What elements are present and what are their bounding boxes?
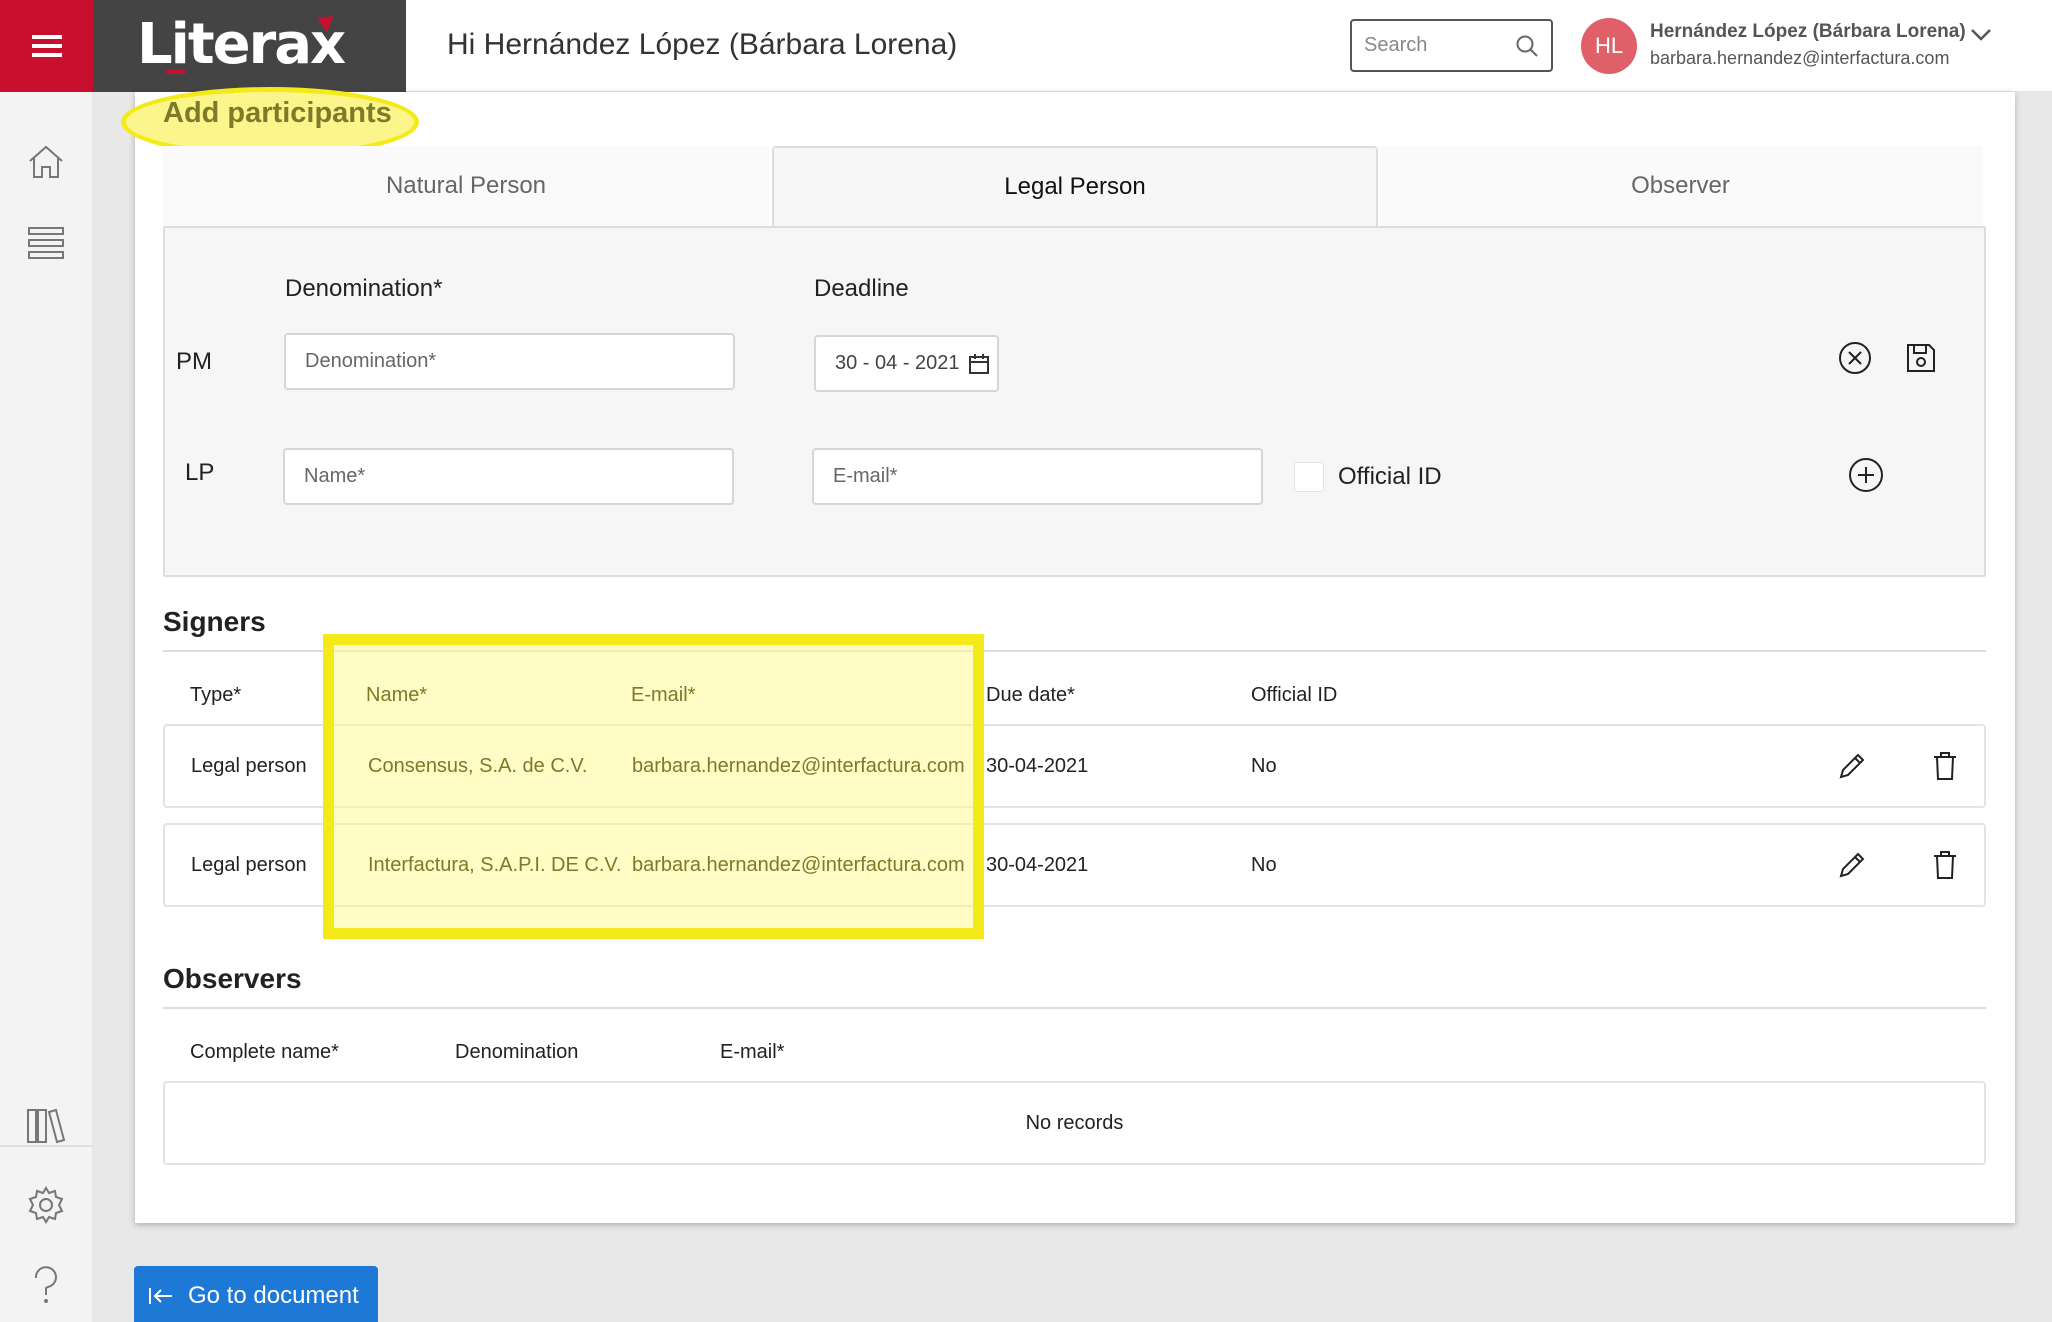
observers-title: Observers: [163, 963, 302, 994]
arrow-back-icon: [149, 1288, 172, 1304]
settings-icon: [28, 1186, 64, 1224]
col-denomination: Denomination: [455, 1041, 579, 1063]
official-id-label: Official ID: [1338, 463, 1442, 490]
avatar[interactable]: HL: [1581, 18, 1637, 74]
signer-email: barbara.hernandez@interfactura.com: [632, 755, 965, 777]
col-type: Type*: [190, 684, 242, 706]
signer-email: barbara.hernandez@interfactura.com: [632, 854, 965, 876]
no-records-text: No records: [1025, 1111, 1124, 1134]
signer-name: Interfactura, S.A.P.I. DE C.V.: [368, 854, 622, 876]
go-to-document-button[interactable]: Go to document: [134, 1266, 378, 1322]
tab-observer[interactable]: Observer: [1378, 146, 1983, 226]
cancel-button[interactable]: [1835, 338, 1875, 378]
col-due-date: Due date*: [986, 684, 1075, 706]
col-email: E-mail*: [631, 684, 696, 706]
logo-accent: [166, 70, 186, 74]
col-complete-name: Complete name*: [190, 1041, 339, 1063]
name-input[interactable]: [283, 448, 734, 505]
sidebar-item-help[interactable]: [22, 1262, 70, 1310]
official-id-checkbox[interactable]: [1294, 462, 1324, 492]
signer-due: 30-04-2021: [986, 854, 1089, 876]
signer-official-id: No: [1251, 854, 1277, 876]
signer-type: Legal person: [191, 755, 307, 777]
user-name[interactable]: Hernández López (Bárbara Lorena): [1650, 21, 1966, 43]
edit-button[interactable]: [1832, 845, 1872, 885]
plus-circle-icon: [1849, 458, 1883, 492]
logo-text: Literax: [137, 12, 346, 77]
search-input[interactable]: [1364, 34, 1504, 57]
col-observer-email: E-mail*: [720, 1041, 785, 1063]
save-icon: [1907, 344, 1935, 372]
observers-divider: [163, 1007, 1986, 1009]
sidebar-item-list[interactable]: [22, 219, 70, 267]
trash-icon: [1934, 752, 1956, 780]
sidebar-item-home[interactable]: [22, 138, 70, 186]
pencil-icon: [1839, 852, 1865, 878]
sidebar: [0, 92, 93, 1322]
search-icon[interactable]: [1515, 34, 1539, 58]
signer-due: 30-04-2021: [986, 755, 1089, 777]
help-icon: [34, 1266, 57, 1303]
col-official-id: Official ID: [1251, 684, 1338, 706]
edit-button[interactable]: [1832, 746, 1872, 786]
signers-title: Signers: [163, 606, 266, 637]
pm-label: PM: [176, 348, 212, 375]
delete-button[interactable]: [1925, 845, 1965, 885]
sidebar-item-library[interactable]: [22, 1101, 70, 1149]
lp-label: LP: [185, 459, 215, 486]
user-email: barbara.hernandez@interfactura.com: [1650, 48, 1950, 68]
save-button[interactable]: [1901, 338, 1941, 378]
signer-type: Legal person: [191, 854, 307, 876]
delete-button[interactable]: [1925, 746, 1965, 786]
search-box[interactable]: [1350, 19, 1553, 72]
tab-legal-person[interactable]: Legal Person: [772, 146, 1378, 226]
menu-button[interactable]: [0, 0, 93, 92]
denomination-label: Denomination*: [285, 275, 443, 302]
sidebar-item-settings[interactable]: [22, 1181, 70, 1229]
go-to-document-label: Go to document: [188, 1282, 359, 1309]
logo[interactable]: Literax: [93, 0, 406, 92]
trash-icon: [1934, 851, 1956, 879]
greeting: Hi Hernández López (Bárbara Lorena): [447, 28, 958, 61]
email-input[interactable]: [812, 448, 1263, 505]
denomination-input[interactable]: [284, 333, 735, 390]
add-person-button[interactable]: [1846, 455, 1886, 495]
empty-row: No records: [163, 1081, 1986, 1165]
home-icon: [29, 145, 63, 178]
pencil-icon: [1839, 753, 1865, 779]
col-name: Name*: [366, 684, 428, 706]
deadline-value: 30 - 04 - 2021: [835, 352, 960, 374]
logo-mark-icon: [317, 16, 333, 32]
hamburger-icon: [31, 35, 62, 57]
list-icon: [28, 227, 64, 259]
tab-natural-person[interactable]: Natural Person: [163, 146, 769, 226]
signer-official-id: No: [1251, 755, 1277, 777]
page-title: Add participants: [163, 97, 392, 129]
library-icon: [27, 1108, 66, 1144]
deadline-date-field[interactable]: 30 - 04 - 2021: [814, 335, 999, 392]
signer-name: Consensus, S.A. de C.V.: [368, 755, 588, 777]
chevron-down-icon[interactable]: [1970, 28, 1992, 42]
name-email-highlight: [323, 634, 984, 939]
deadline-label: Deadline: [814, 275, 909, 302]
calendar-icon[interactable]: [968, 353, 990, 375]
close-circle-icon: [1839, 342, 1871, 374]
